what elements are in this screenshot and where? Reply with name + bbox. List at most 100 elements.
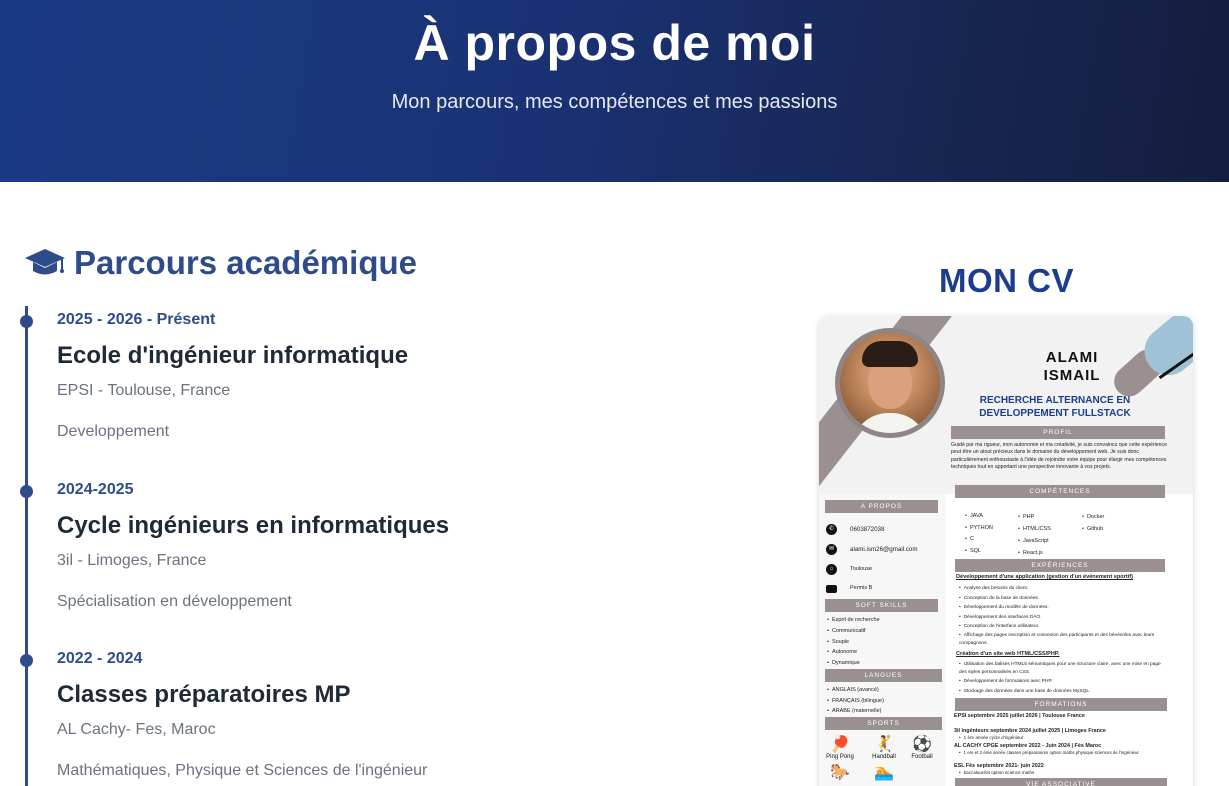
- cv-skill: Docker: [1082, 511, 1104, 523]
- swimming-icon: 🏊: [874, 764, 894, 781]
- academic-section-title: Parcours académique: [74, 244, 417, 281]
- cv-section-bar: EXPÉRIENCES: [955, 559, 1165, 572]
- cv-exp-item: Conception de la base de données.: [959, 594, 1163, 604]
- timeline-title: Cycle ingénieurs en informatiques: [57, 512, 450, 539]
- car-icon: [826, 585, 837, 593]
- cv-skill: JavaScript: [1018, 535, 1051, 547]
- cv-preview-image[interactable]: ALAMI ISMAIL RECHERCHE ALTERNANCE EN DEV…: [819, 316, 1193, 786]
- cv-exp-item: Conception de l'interface utilisateur.: [959, 622, 1163, 632]
- cv-softskill: Autonome: [827, 647, 880, 658]
- cv-skill: PHP: [1018, 511, 1051, 523]
- cv-name-line: ALAMI: [1045, 349, 1099, 366]
- cv-formation-detail: baccalauréat option science maths: [959, 770, 1035, 775]
- cv-sport-item: ⚽ Football: [905, 736, 939, 760]
- timeline-date: 2025 - 2026 - Présent: [57, 311, 216, 328]
- cv-skill: React.js: [1018, 547, 1051, 559]
- cv-contact-phone: 0603872038: [850, 526, 885, 533]
- horse-riding-icon: 🐎: [830, 764, 850, 781]
- cv-section-bar: PROFIL: [951, 426, 1165, 439]
- cv-skill: PYTHON: [965, 523, 993, 535]
- timeline-dot: [20, 315, 33, 328]
- timeline-dot: [20, 654, 33, 667]
- timeline-place: 3il - Limoges, France: [57, 552, 207, 569]
- cv-section-bar: LANGUES: [825, 669, 942, 682]
- cv-profile-photo: [840, 333, 940, 433]
- page-title: À propos de moi: [413, 15, 816, 71]
- cv-softskill: Dynamique: [827, 658, 880, 669]
- cv-langue: ARABE (maternelle): [827, 706, 884, 717]
- timeline-date: 2022 - 2024: [57, 650, 143, 667]
- phone-icon: ✆: [826, 524, 837, 535]
- ping-pong-icon: 🏓: [830, 736, 850, 753]
- cv-section-bar: COMPÉTENCES: [955, 485, 1165, 498]
- cv-skill: SQL: [965, 546, 993, 558]
- cv-exp-item: Développement des interfaces DAO.: [959, 613, 1163, 623]
- cv-profile-text: Guidé par ma rigueur, mon autonomie et m…: [951, 442, 1167, 471]
- cv-exp-item: Affichage des pages inscription et conne…: [959, 632, 1163, 648]
- cv-exp-item: Développement du modèle de données.: [959, 603, 1163, 613]
- cv-formation-title: AL CACHY CPGE septembre 2022 - Juin 2024…: [954, 743, 1102, 749]
- home-icon: ⌂: [826, 564, 837, 575]
- cv-skill: JAVA: [965, 511, 993, 523]
- cv-exp-item: Utilisation des balises HTML5 sémantique…: [959, 661, 1165, 677]
- cv-softskill: Communicatif: [827, 626, 880, 637]
- timeline-date: 2024-2025: [57, 481, 134, 498]
- timeline-description: Developpement: [57, 423, 170, 440]
- timeline-description: Spécialisation en développement: [57, 593, 292, 610]
- cv-exp-item: Développement de formulaires avec PHP.: [959, 677, 1165, 687]
- cv-sport-label: Handball: [872, 754, 896, 760]
- cv-formation-title: EPSI septembre 2025 juillet 2026 | Toulo…: [954, 713, 1085, 719]
- timeline-description: Mathématiques, Physique et Sciences de l…: [57, 762, 428, 779]
- cv-langue: FRANÇAIS (bilingue): [827, 696, 884, 707]
- cv-skill: C: [965, 534, 993, 546]
- cv-formation-title: 3il ingénieurs septembre 2024 juillet 20…: [954, 728, 1106, 734]
- cv-formation-title: ESL Fès septembre 2021- juin 2022: [954, 763, 1044, 769]
- email-icon: ✉: [826, 544, 837, 555]
- cv-exp-list: Analyse des besoins du client. Conceptio…: [959, 584, 1163, 648]
- cv-skills-col: PHP HTML/CSS JavaScript React.js: [1018, 511, 1051, 559]
- cv-contact-permit: Permis B: [850, 585, 873, 591]
- cv-sport-item: 🏓 Ping Pong: [823, 736, 857, 760]
- cv-section-bar: VIE ASSOCIATIVE: [955, 778, 1167, 786]
- cv-exp-item: Analyse des besoins du client.: [959, 584, 1163, 594]
- timeline-place: AL Cachy- Fes, Maroc: [57, 721, 216, 738]
- cv-sport-label: Ping Pong: [826, 754, 854, 760]
- page-subtitle: Mon parcours, mes compétences et mes pas…: [391, 91, 838, 113]
- graduation-cap-icon: [25, 249, 65, 275]
- cv-skill: HTML/CSS: [1018, 523, 1051, 535]
- timeline-line: [25, 306, 28, 786]
- cv-exp-title: Développement d'une application (gestion…: [956, 574, 1134, 580]
- timeline-title: Ecole d'ingénieur informatique: [57, 342, 409, 369]
- cv-sport-label: Football: [911, 754, 933, 760]
- cv-softskills-list: Esprit de recherche Communicatif Souple …: [827, 615, 880, 669]
- cv-name: ALAMI ISMAIL: [959, 349, 1185, 385]
- timeline-dot: [20, 485, 33, 498]
- cv-skills-col: JAVA PYTHON C SQL: [965, 511, 993, 557]
- hero-banner: À propos de moi Mon parcours, mes compét…: [0, 0, 1229, 182]
- academic-timeline: 2025 - 2026 - Présent Ecole d'ingénieur …: [20, 306, 664, 786]
- cv-formation-detail: 1 ere et 2 éme année classes préparatoir…: [959, 750, 1165, 756]
- cv-exp-item: Stockage des données dans une base de do…: [959, 687, 1165, 697]
- cv-heading: MON CV: [939, 262, 1074, 299]
- handball-icon: 🤾: [874, 736, 894, 753]
- cv-langue: ANGLAIS (avancé): [827, 685, 884, 696]
- cv-role: RECHERCHE ALTERNANCE EN DEVELOPPEMENT FU…: [979, 395, 1131, 419]
- cv-exp-list: Utilisation des balises HTML5 sémantique…: [959, 661, 1165, 696]
- cv-langues-list: ANGLAIS (avancé) FRANÇAIS (bilingue) ARA…: [827, 685, 884, 717]
- cv-contact-city: Toulouse: [850, 566, 873, 572]
- cv-exp-title: Création d'un site web HTML/CSS/PHP.: [956, 651, 1060, 657]
- cv-section-bar: FORMATIONS: [955, 698, 1167, 711]
- cv-section-bar: A PROPOS: [825, 500, 938, 513]
- cv-name-line: ISMAIL: [1043, 367, 1101, 384]
- cv-formation-detail: 1 ère année cycle d'ingénieur: [959, 735, 1024, 740]
- cv-skill: Github: [1082, 523, 1104, 535]
- cv-skills-col: Docker Github: [1082, 511, 1104, 535]
- cv-softskill: Souple: [827, 637, 880, 648]
- cv-softskill: Esprit de recherche: [827, 615, 880, 626]
- timeline-title: Classes préparatoires MP: [57, 681, 351, 708]
- cv-section-bar: SPORTS: [825, 717, 942, 730]
- cv-sport-item: 🤾 Handball: [867, 736, 901, 760]
- academic-section-header: Parcours académique: [24, 244, 417, 282]
- cv-section-bar: SOFT SKILLS: [825, 599, 938, 612]
- cv-contact-email: alami.ism26@gmail.com: [850, 546, 918, 553]
